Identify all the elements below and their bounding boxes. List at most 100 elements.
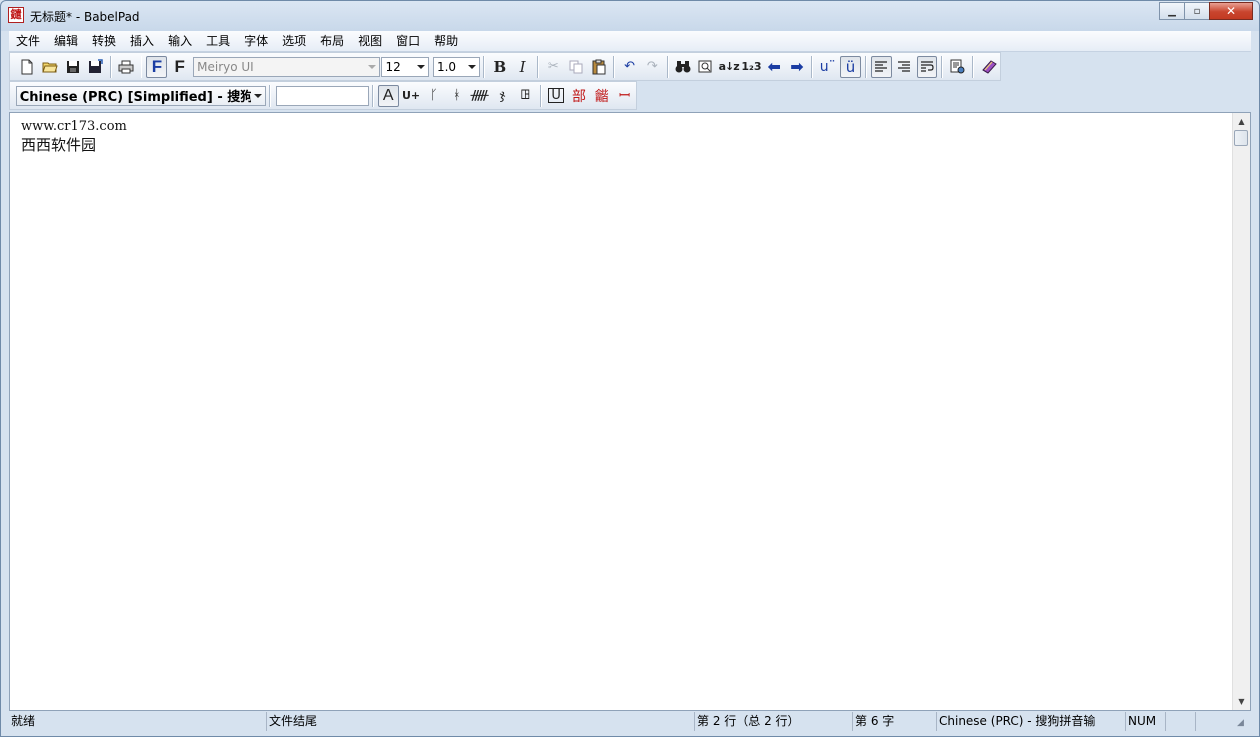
input-language-value: Chinese (PRC) [Simplified] - 搜狗拼: [19, 90, 251, 105]
redo-button[interactable]: ↷: [642, 56, 663, 78]
script-glyph-button-3[interactable]: ᚏ: [469, 85, 490, 107]
undo-button[interactable]: ↶: [619, 56, 640, 78]
number-icon: 1₂3: [741, 60, 762, 73]
scroll-down-arrow-icon[interactable]: ▼: [1233, 693, 1250, 710]
toolbar-separator: [536, 55, 539, 78]
menu-convert[interactable]: 转换: [85, 31, 123, 51]
menu-edit[interactable]: 编辑: [47, 31, 85, 51]
minimize-button[interactable]: ▁: [1159, 2, 1185, 20]
font-name-value: Meiryo UI: [197, 59, 254, 74]
undo-arrow-icon: ↶: [624, 59, 636, 74]
scrollbar-thumb[interactable]: [1234, 130, 1248, 146]
radical-button[interactable]: 部: [569, 85, 590, 107]
radical-lookup-button[interactable]: 龤: [591, 85, 612, 107]
font-size-value: 12: [385, 59, 401, 74]
glyph-icon: ᚼ: [452, 88, 461, 103]
copy-icon: [569, 60, 583, 73]
unicode-input-button[interactable]: U+: [401, 85, 422, 107]
scroll-up-arrow-icon[interactable]: ▲: [1233, 113, 1250, 130]
script-glyph-button-2[interactable]: ᚼ: [446, 85, 467, 107]
compose-button[interactable]: ü: [840, 55, 861, 78]
cut-button[interactable]: ✂: [543, 56, 564, 78]
next-button[interactable]: ➡: [787, 56, 808, 78]
clipboard-paste-icon: [592, 59, 606, 74]
copy-button[interactable]: [566, 56, 587, 78]
font-name-select[interactable]: Meiryo UI: [193, 56, 381, 77]
title-bar[interactable]: 鑓 无标题* - BabelPad ▁ ▫ ✕: [1, 1, 1259, 31]
arrow-right-icon: ➡: [790, 57, 804, 76]
input-language-select[interactable]: Chinese (PRC) [Simplified] - 搜狗拼: [15, 85, 266, 106]
document-editor[interactable]: www.cr173.com 西西软件园 ▲ ▼: [9, 112, 1251, 711]
menu-insert[interactable]: 插入: [123, 31, 161, 51]
close-button[interactable]: ✕: [1209, 2, 1253, 20]
line-spacing-value: 1.0: [436, 59, 457, 74]
paste-button[interactable]: [588, 56, 609, 78]
menu-tools[interactable]: 工具: [199, 31, 237, 51]
toolbar-separator: [972, 55, 975, 78]
align-right-icon: [898, 60, 911, 72]
font-size-select[interactable]: 12: [381, 56, 429, 77]
find-button[interactable]: [673, 56, 694, 78]
menu-view[interactable]: 视图: [351, 31, 389, 51]
babelpad-app-icon[interactable]: 鑓: [8, 7, 24, 23]
menu-file[interactable]: 文件: [9, 31, 47, 51]
document-settings-icon: [950, 59, 965, 74]
toolbar-separator: [864, 55, 867, 78]
line-spacing-select[interactable]: 1.0: [432, 56, 481, 77]
open-folder-icon: [42, 62, 58, 72]
align-right-button[interactable]: [894, 56, 915, 78]
new-file-button[interactable]: [17, 56, 38, 78]
boxed-u-icon: U: [548, 88, 564, 103]
printer-icon: [118, 60, 134, 73]
bold-button[interactable]: B: [489, 56, 510, 78]
underline-u-button[interactable]: U: [546, 85, 567, 107]
vertical-scrollbar[interactable]: ▲ ▼: [1232, 113, 1250, 710]
status-char-info: 第 6 字: [853, 712, 937, 731]
status-empty-pane: [1166, 712, 1196, 731]
help-book-button[interactable]: [978, 56, 999, 78]
menu-input[interactable]: 输入: [161, 31, 199, 51]
menu-help[interactable]: 帮助: [427, 31, 465, 51]
sort-az-icon: a↓z: [718, 60, 740, 73]
open-file-button[interactable]: [39, 56, 60, 78]
script-glyph-button-1[interactable]: ᚴ: [424, 85, 445, 107]
menu-font[interactable]: 字体: [237, 31, 275, 51]
decompose-button[interactable]: u¨: [817, 56, 838, 78]
character-input-field[interactable]: [275, 85, 369, 106]
menu-options[interactable]: 选项: [275, 31, 313, 51]
chevron-down-icon: [253, 93, 262, 98]
font-mode-button[interactable]: F: [146, 55, 168, 78]
print-button[interactable]: [116, 56, 137, 78]
toolbar-separator: [811, 55, 814, 78]
italic-button[interactable]: I: [512, 56, 533, 78]
word-wrap-button[interactable]: [916, 55, 938, 78]
font-mode-plain-button[interactable]: F: [169, 56, 190, 78]
menu-layout[interactable]: 布局: [313, 31, 351, 51]
align-left-button[interactable]: [870, 55, 892, 78]
glyph-icon: ꟷ: [618, 88, 631, 104]
toolbar-separator: [140, 55, 143, 78]
menu-window[interactable]: 窗口: [389, 31, 427, 51]
align-left-icon: [875, 60, 888, 72]
resize-grip-icon[interactable]: ◢: [1237, 718, 1251, 732]
toolbar-separator: [371, 84, 374, 107]
script-glyph-button-5[interactable]: ꖸ: [515, 85, 536, 107]
properties-button[interactable]: [947, 56, 968, 78]
maximize-button[interactable]: ▫: [1184, 2, 1210, 20]
save-as-button[interactable]: [85, 56, 106, 78]
sort-button[interactable]: a↓z: [718, 56, 740, 78]
find-replace-icon: [698, 60, 712, 73]
previous-button[interactable]: ⬅: [764, 56, 785, 78]
script-glyph-button-4[interactable]: ჯ: [492, 85, 513, 107]
character-mode-button[interactable]: A: [377, 84, 399, 107]
letter-a-icon: A: [382, 86, 394, 104]
document-text[interactable]: www.cr173.com 西西软件园: [21, 117, 127, 155]
replace-button[interactable]: [695, 56, 716, 78]
save-as-disk-icon: [88, 59, 103, 73]
script-glyph-button-6[interactable]: ꟷ: [614, 85, 635, 107]
status-input-method: Chinese (PRC) - 搜狗拼音输: [937, 712, 1126, 731]
toolbar-separator: [941, 55, 944, 78]
numbering-button[interactable]: 1₂3: [741, 56, 762, 78]
toolbar-separator: [666, 55, 669, 78]
save-button[interactable]: [62, 56, 83, 78]
